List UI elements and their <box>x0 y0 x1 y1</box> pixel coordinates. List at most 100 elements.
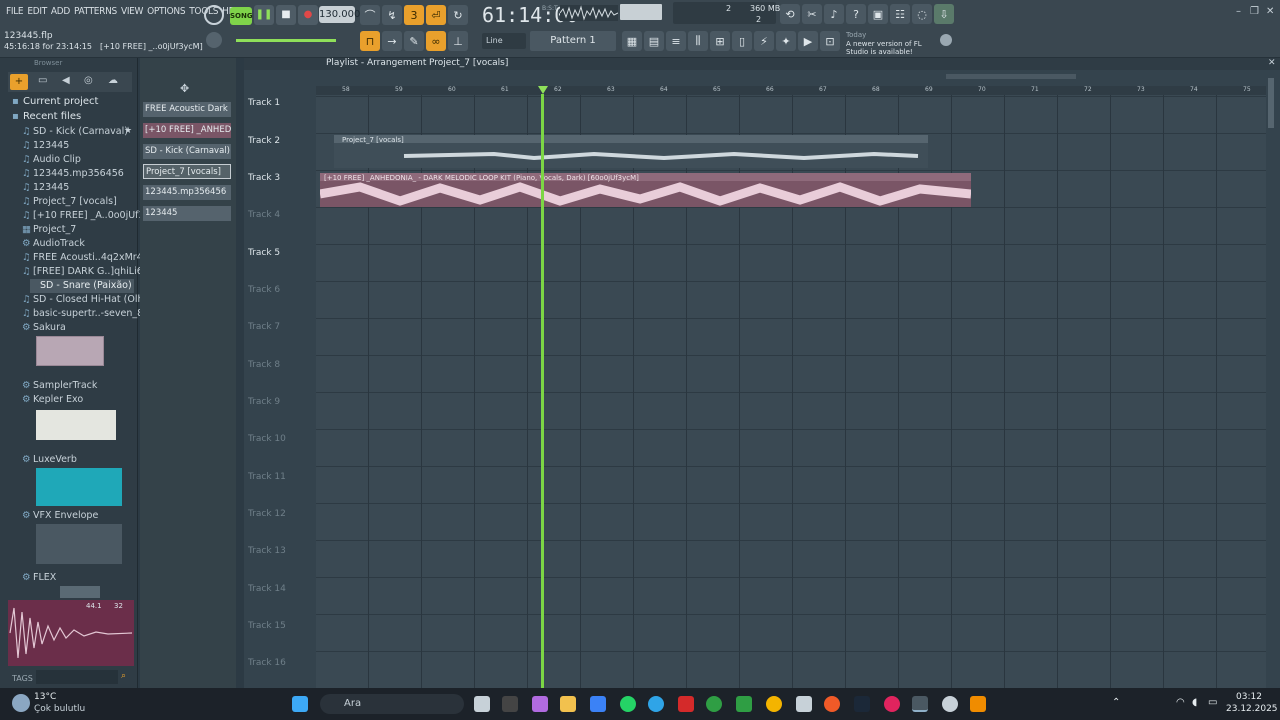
track-label[interactable]: Track 16 <box>248 658 286 668</box>
xbox-icon[interactable] <box>706 696 722 712</box>
store-icon[interactable]: ⊡ <box>820 31 840 51</box>
browser-item[interactable]: ⚙ AudioTrack <box>22 238 85 249</box>
plugin-sakura[interactable]: ⚙ Sakura <box>22 322 66 333</box>
playlist-zoom-scrollbar[interactable] <box>946 74 1076 79</box>
stamp-icon[interactable]: ⊥ <box>448 31 468 51</box>
track-label[interactable]: Track 5 <box>248 248 280 258</box>
track-label[interactable]: Track 9 <box>248 397 280 407</box>
tray-battery-icon[interactable]: ▭ <box>1208 697 1217 708</box>
browser-item[interactable]: ♫ 123445 <box>22 182 69 193</box>
taskbar-app-icon[interactable] <box>796 696 812 712</box>
track-label[interactable]: Track 13 <box>248 546 286 556</box>
microphone-icon[interactable]: ♪ <box>824 4 844 24</box>
tags-input[interactable] <box>36 670 118 684</box>
menu-edit[interactable]: EDIT <box>25 6 49 17</box>
whatsapp-icon[interactable] <box>620 696 636 712</box>
taskbar-app-icon[interactable] <box>942 696 958 712</box>
track-label[interactable]: Track 14 <box>248 584 286 594</box>
track-label[interactable]: Track 11 <box>248 472 286 482</box>
file-explorer-icon[interactable] <box>560 696 576 712</box>
browser-icon[interactable]: ▯ <box>732 31 752 51</box>
taskbar-app-icon[interactable] <box>736 696 752 712</box>
plug-icon[interactable]: ⚡ <box>754 31 774 51</box>
favorite-star-icon[interactable]: ★ <box>124 126 132 136</box>
taskbar-search[interactable]: Ara <box>320 694 464 714</box>
news-icon[interactable] <box>940 34 952 46</box>
link-icon[interactable]: ∞ <box>426 31 446 51</box>
news-text[interactable]: A newer version of FL Studio is availabl… <box>846 40 938 56</box>
stop-button[interactable]: ■ <box>276 5 296 25</box>
browser-add-icon[interactable]: + <box>10 74 28 90</box>
cut-icon[interactable]: ✂ <box>802 4 822 24</box>
mixer-icon[interactable]: ☷ <box>890 4 910 24</box>
master-volume-slider[interactable] <box>236 39 336 42</box>
arrow-icon[interactable]: → <box>382 31 402 51</box>
picker-clip[interactable]: [+10 FREE] _ANHEDO.. <box>143 123 231 138</box>
metronome-icon[interactable]: ⌒ <box>360 5 380 25</box>
playlist-close-button[interactable]: ✕ <box>1268 58 1276 68</box>
piano-roll-icon[interactable]: ▤ <box>644 31 664 51</box>
window-close-button[interactable]: ✕ <box>1266 6 1274 17</box>
playhead-marker-icon[interactable] <box>538 86 548 94</box>
record-button[interactable]: ● <box>298 5 318 25</box>
edge-icon[interactable] <box>648 696 664 712</box>
plugin-flex[interactable]: ⚙ FLEX <box>22 572 56 583</box>
track-label[interactable]: Track 2 <box>248 136 280 146</box>
current-project-folder[interactable]: ▪ Current project <box>12 96 98 107</box>
master-volume-knob[interactable] <box>206 32 222 48</box>
clock-date[interactable]: 23.12.2025 <box>1226 704 1278 714</box>
fl-studio-icon[interactable] <box>912 696 928 712</box>
track-label[interactable]: Track 6 <box>248 285 280 295</box>
plugin-luxeverb[interactable]: ⚙ LuxeVerb <box>22 454 77 465</box>
track-label[interactable]: Track 12 <box>248 509 286 519</box>
browser-back-icon[interactable]: ◀ <box>62 75 70 86</box>
weather-icon[interactable] <box>12 694 30 712</box>
song-mode-toggle[interactable]: SONG <box>230 7 253 25</box>
snap-magnet-icon[interactable]: ⊓ <box>360 31 380 51</box>
track-label[interactable]: Track 8 <box>248 360 280 370</box>
chrome-icon[interactable] <box>766 696 782 712</box>
menu-view[interactable]: VIEW <box>119 6 145 17</box>
browser-item[interactable]: ♫ SD - Kick (Carnaval) <box>22 126 128 137</box>
browser-item[interactable]: ♫ 123445 <box>22 140 69 151</box>
picker-clip[interactable]: SD - Kick (Carnaval) <box>143 144 231 159</box>
track-label[interactable]: Track 1 <box>248 98 280 108</box>
pattern-selector[interactable]: Pattern 1 <box>530 31 616 51</box>
step-edit-icon[interactable]: ⏎ <box>426 5 446 25</box>
picker-clip[interactable]: 123445.mp356456 <box>143 185 231 200</box>
tray-wifi-icon[interactable]: ◠ <box>1176 697 1185 708</box>
mixer-view-icon[interactable]: ⫼ <box>688 31 708 51</box>
save-icon[interactable]: ▣ <box>868 4 888 24</box>
picker-clip-selected[interactable]: Project_7 [vocals] <box>143 164 231 179</box>
start-icon[interactable] <box>292 696 308 712</box>
wait-input-icon[interactable]: ↯ <box>382 5 402 25</box>
taskbar-app-icon[interactable] <box>502 696 518 712</box>
video-icon[interactable]: ▶ <box>798 31 818 51</box>
store-app-icon[interactable] <box>590 696 606 712</box>
picker-clip[interactable]: 123445 <box>143 206 231 221</box>
playlist-vscroll[interactable] <box>1268 78 1274 128</box>
menu-add[interactable]: ADD <box>49 6 72 17</box>
track-label[interactable]: Track 10 <box>248 434 286 444</box>
track-label[interactable]: Track 3 <box>248 173 280 183</box>
plugin-picker-icon[interactable]: ⊞ <box>710 31 730 51</box>
loop-record-icon[interactable]: ↻ <box>448 5 468 25</box>
picker-clip[interactable]: FREE Acoustic Dark G.. <box>143 102 231 117</box>
menu-patterns[interactable]: PATTERNS <box>72 6 119 17</box>
browser-item[interactable]: ♫ Audio Clip <box>22 154 81 165</box>
window-restore-button[interactable]: ❐ <box>1250 6 1259 17</box>
browser-files-icon[interactable]: ▭ <box>38 75 47 86</box>
download-icon[interactable]: ⇩ <box>934 4 954 24</box>
picker-move-icon[interactable]: ✥ <box>180 82 189 95</box>
plugin-vfx-envelope[interactable]: ⚙ VFX Envelope <box>22 510 98 521</box>
taskbar-app-icon[interactable] <box>532 696 548 712</box>
browser-cloud-icon[interactable]: ☁ <box>108 75 118 86</box>
playhead[interactable] <box>541 94 544 688</box>
taskbar-app-icon[interactable] <box>884 696 900 712</box>
track-label[interactable]: Track 7 <box>248 322 280 332</box>
task-view-icon[interactable] <box>474 696 490 712</box>
plugin-kepler-exo[interactable]: ⚙ Kepler Exo <box>22 394 83 405</box>
tools-icon[interactable]: ✦ <box>776 31 796 51</box>
browser-item[interactable]: ▦ Project_7 <box>22 224 76 235</box>
tempo-display[interactable]: 130.000 <box>319 6 360 23</box>
